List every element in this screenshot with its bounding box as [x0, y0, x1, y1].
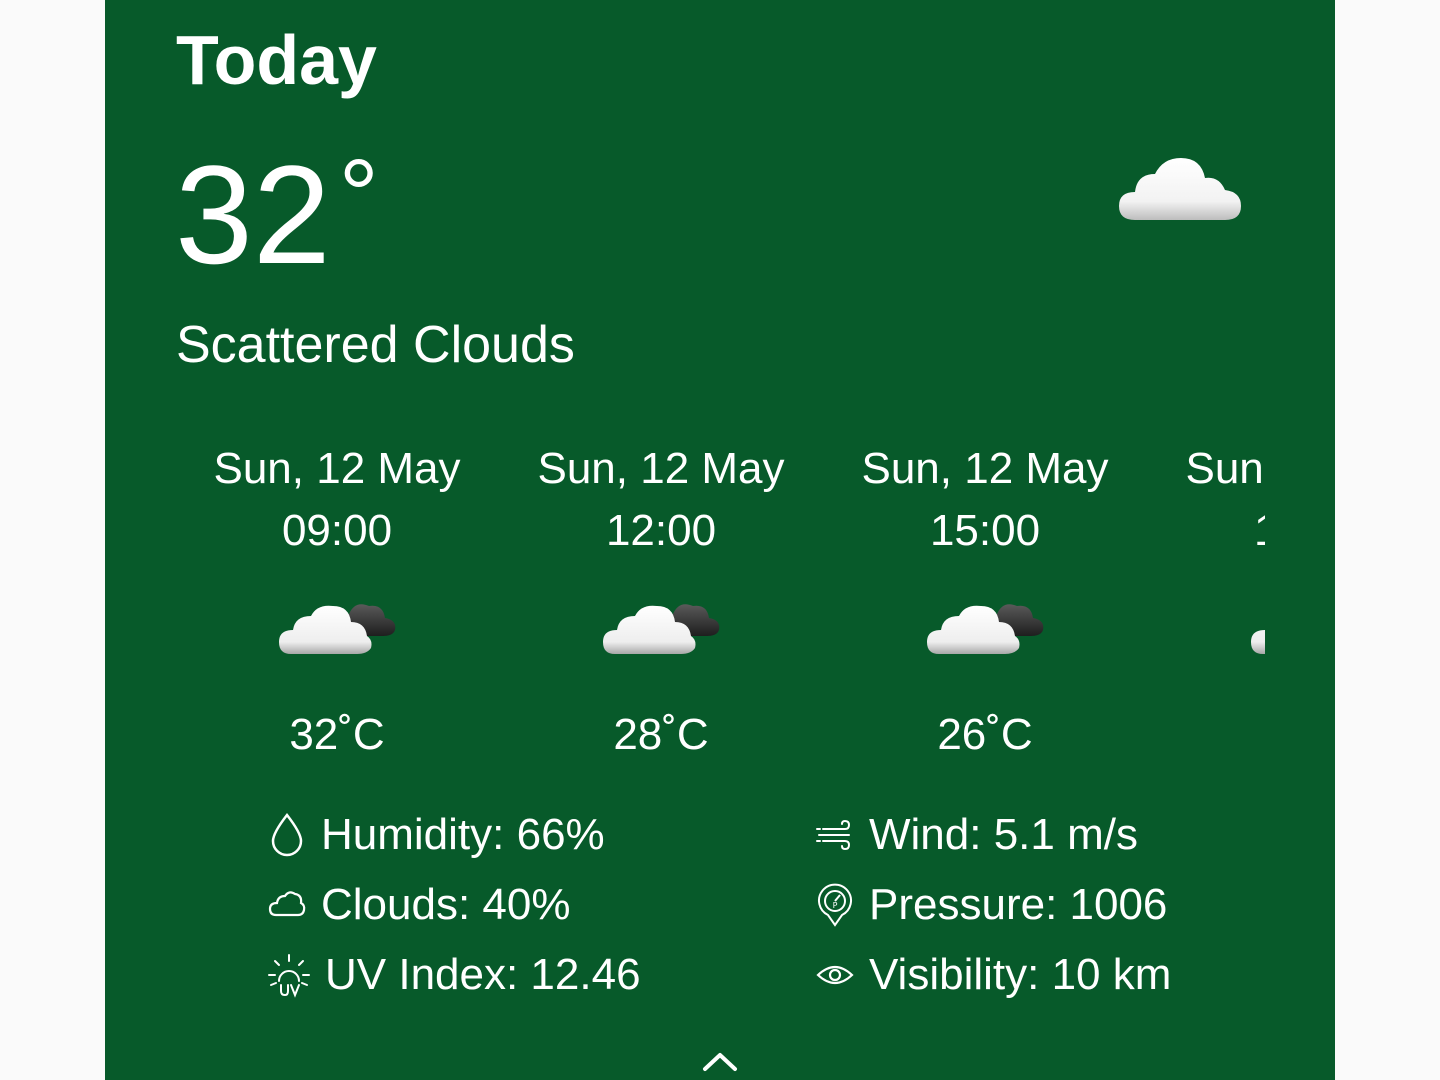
humidity-text: Humidity: 66% [321, 810, 605, 859]
forecast-date: Sun, 12 May [1185, 444, 1265, 493]
partly-cloudy-icon [603, 604, 720, 654]
visibility-text: Visibility: 10 km [869, 950, 1172, 999]
degree-symbol: ° [338, 139, 379, 251]
forecast-time: 18:00 [1147, 500, 1265, 562]
forecast-date: Sun, 12 May [861, 444, 1109, 493]
forecast-temperature: 26˚C [937, 710, 1033, 759]
wind-icon [816, 819, 851, 851]
hourly-forecast[interactable]: Sun, 12 May 09:00 32˚C Sun, 12 May 12:00… [175, 430, 1265, 770]
cloud-icon [1119, 158, 1241, 220]
forecast-time: 15:00 [929, 506, 1041, 555]
page-title: Today [176, 21, 377, 99]
forecast-time: 09:00 [281, 506, 393, 555]
uv-sun-icon [268, 954, 310, 998]
weather-card: Today 32° Scattered Clouds Sun, 12 May 0… [105, 0, 1335, 1080]
forecast-item[interactable]: Sun, 12 May 09:00 32˚C [175, 430, 499, 760]
weather-condition: Scattered Clouds [176, 316, 575, 374]
partly-cloudy-icon [927, 604, 1044, 654]
droplet-icon [271, 812, 303, 857]
visibility-detail: Visibility: 10 km [815, 945, 1171, 1005]
clouds-text: Clouds: 40% [321, 880, 571, 929]
pressure-gauge-icon: P [818, 883, 852, 927]
chevron-up-icon[interactable] [702, 1050, 738, 1072]
partly-cloudy-icon [279, 604, 396, 654]
forecast-temperature: 28˚C [613, 710, 709, 759]
wind-detail: Wind: 5.1 m/s [815, 805, 1138, 865]
forecast-item[interactable]: Sun, 12 May 15:00 26˚C [823, 430, 1147, 760]
forecast-date: Sun, 12 May [537, 444, 785, 493]
humidity-detail: Humidity: 66% [267, 805, 605, 865]
partly-cloudy-icon [1251, 630, 1265, 654]
forecast-temperature: 32˚C [289, 710, 385, 759]
pressure-detail: P Pressure: 1006 [815, 875, 1167, 935]
clouds-detail: Clouds: 40% [267, 875, 570, 935]
wind-text: Wind: 5.1 m/s [869, 810, 1138, 859]
forecast-item[interactable]: Sun, 12 May 18:00 2 [1147, 430, 1265, 760]
eye-icon [816, 965, 854, 985]
svg-text:P: P [833, 901, 838, 910]
current-temperature: 32° [175, 135, 379, 295]
uv-text: UV Index: 12.46 [325, 950, 641, 999]
uv-detail: UV Index: 12.46 [267, 945, 641, 1005]
pressure-text: Pressure: 1006 [869, 880, 1168, 929]
temperature-value: 32 [175, 136, 331, 293]
cloud-outline-icon [268, 891, 306, 917]
forecast-date: Sun, 12 May [213, 444, 461, 493]
forecast-temperature: 2 [1147, 710, 1265, 760]
forecast-time: 12:00 [605, 506, 717, 555]
forecast-item[interactable]: Sun, 12 May 12:00 28˚C [499, 430, 823, 760]
